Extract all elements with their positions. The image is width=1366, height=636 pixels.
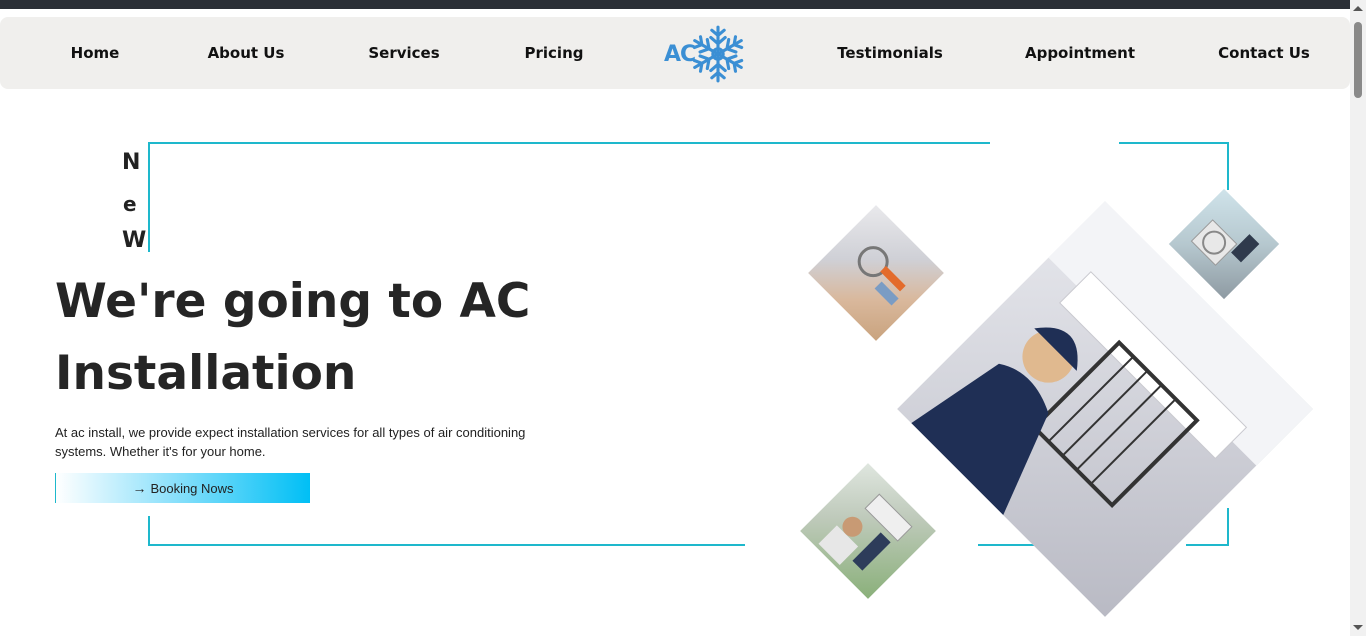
frame-right-line-bottom — [1227, 508, 1229, 546]
arrow-right-icon: → — [132, 480, 147, 496]
nav-about-link[interactable]: About Us — [208, 44, 285, 62]
nav-services-link[interactable]: Services — [368, 44, 439, 62]
new-letter-n: N — [122, 150, 141, 175]
scroll-down-arrow-icon[interactable] — [1353, 625, 1363, 630]
nav-pricing-link[interactable]: Pricing — [525, 44, 584, 62]
frame-right-line-top — [1227, 142, 1229, 190]
scroll-thumb[interactable] — [1354, 22, 1362, 98]
hero-title-line1: We're going to AC — [55, 274, 531, 329]
technician-photo-small-bottom — [800, 463, 936, 599]
new-letter-e: e — [123, 192, 137, 216]
frame-top-line-left — [148, 142, 990, 144]
nav-home-link[interactable]: Home — [71, 44, 120, 62]
page: Home About Us Services Pricing AC Testim… — [0, 0, 1366, 636]
technician-photo-small-top — [808, 205, 944, 341]
booking-button-label: Booking Nows — [150, 480, 234, 496]
snowflake-icon — [689, 25, 747, 83]
nav-testimonials-link[interactable]: Testimonials — [837, 44, 943, 62]
frame-left-line-top — [148, 142, 150, 252]
vertical-scrollbar[interactable] — [1350, 0, 1366, 636]
booking-button[interactable]: → Booking Nows — [55, 473, 310, 503]
new-letter-w: W — [122, 228, 147, 253]
frame-left-line-bottom — [148, 516, 150, 546]
frame-bottom-line-right — [1186, 544, 1229, 546]
nav-appointment-link[interactable]: Appointment — [1025, 44, 1135, 62]
frame-top-line-right — [1119, 142, 1229, 144]
main-navbar: Home About Us Services Pricing AC Testim… — [0, 17, 1350, 89]
hero-title-line2: Installation — [55, 346, 357, 401]
frame-bottom-line-left — [148, 544, 745, 546]
top-border-bar — [0, 0, 1366, 9]
ac-logo[interactable]: AC — [664, 23, 760, 85]
nav-contact-link[interactable]: Contact Us — [1218, 44, 1310, 62]
scroll-up-arrow-icon[interactable] — [1353, 6, 1363, 11]
hero-description: At ac install, we provide expect install… — [55, 425, 526, 459]
